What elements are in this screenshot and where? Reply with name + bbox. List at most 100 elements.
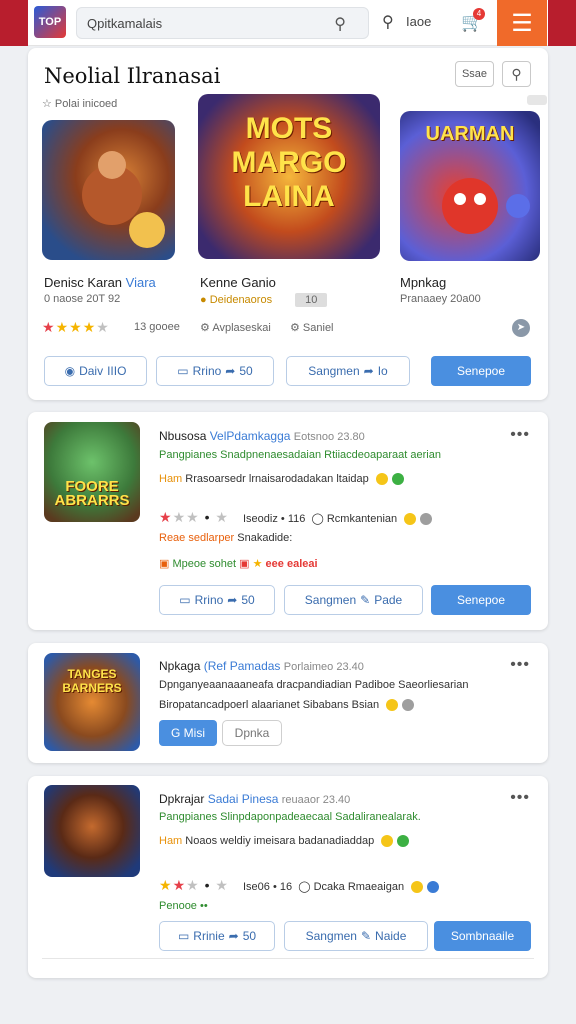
smile-icon <box>375 473 388 486</box>
gift-icon: ▣ <box>239 558 250 570</box>
brand-stripe-left <box>0 0 28 46</box>
primary-action-button[interactable]: Senepoe <box>431 356 531 386</box>
share-icon: ➦ <box>228 929 239 943</box>
compass-icon[interactable]: ➤ <box>512 319 530 337</box>
promo-line: Penooe •• <box>159 900 208 912</box>
item-tagline: Pangpianes Snadpnenaesadaian Rtiiacdeoap… <box>159 449 441 461</box>
item-title[interactable]: Dpkrajar Sadai Pinesa reuaaor 23.40 <box>159 792 350 806</box>
game-meta: ● Deidenaoros 10 <box>200 293 328 307</box>
smile-icon <box>411 881 424 894</box>
secondary-button[interactable]: Dpnka <box>222 720 282 746</box>
game-info: ⚙ Avplaseskai <box>200 322 271 334</box>
rank-button[interactable]: ▭ Rrinie ➦ 50 <box>159 921 275 951</box>
rating-stars: ★★★★★ <box>42 319 110 335</box>
list-item: Dpkrajar Sadai Pinesa reuaaor 23.40 ••• … <box>28 776 548 978</box>
edit-icon: ✎ <box>360 929 372 943</box>
cart-badge: 4 <box>473 8 485 20</box>
game-name[interactable]: Denisc Karan Viara <box>44 275 156 290</box>
divider <box>42 958 534 959</box>
item-description: Ham Rrasoarsedr lrnaisarodadakan ltaidap <box>159 473 404 486</box>
item-description: Ham Noaos weldiy imeisara badanadiaddap <box>159 835 410 848</box>
item-description: Dpnganyeaanaaaneafa dracpandiadian Padib… <box>159 679 469 691</box>
hamburger-icon: ☰ <box>511 9 533 37</box>
monster-artwork <box>442 178 530 234</box>
play-button[interactable]: ◉ Daiv IIIO <box>44 356 147 386</box>
sangmen-button[interactable]: Sangmen ✎ Naide <box>284 921 428 951</box>
sangmen-button[interactable]: Sangmen ✎ Pade <box>284 585 423 615</box>
more-options-icon[interactable]: ••• <box>510 656 530 674</box>
bookmark-icon: ▭ <box>177 929 190 943</box>
search-icon[interactable]: ⚲ <box>334 14 346 34</box>
info-icon <box>427 881 440 894</box>
g-icon: G <box>170 726 181 740</box>
item-description: Biropatancadpoerl alaarianet Sibabans Bs… <box>159 699 415 712</box>
more-options-icon[interactable]: ••• <box>510 789 530 807</box>
top-bar: TOP Qpitkamalais ⚲ ⚲ Iaoe 🛒 4 ☰ <box>0 0 576 46</box>
game-meta: Pranaaey 20a00 <box>400 293 481 305</box>
primary-action-button[interactable]: Sombnaaile <box>434 921 531 951</box>
game-name[interactable]: Kenne Ganio <box>200 275 276 290</box>
play-button[interactable]: G Misi <box>159 720 217 746</box>
item-title[interactable]: Nbusosa VelPdamkagga Eotsnoo 23.80 <box>159 429 365 443</box>
rating-count: Ise06 • 16 ◯ Dcaka Rmaeaigan <box>243 880 440 894</box>
rating-count: Iseodiz • 116 ◯ Rcmkantenian <box>243 512 433 526</box>
featured-subtitle: ☆ Polai inicoed <box>42 98 118 110</box>
game-thumbnail[interactable]: TANGES BARNERS <box>44 653 140 751</box>
featured-title: Neolial Ilranasai <box>44 64 221 88</box>
hero-artwork <box>82 151 165 248</box>
promo-badges: ▣ Mpeoe sohet ▣ ★ eee ealeai <box>159 558 318 570</box>
play-icon: ◉ <box>64 364 76 378</box>
search-icon[interactable]: ⚲ <box>382 12 394 32</box>
list-item: FOORE ABRARRS Nbusosa VelPdamkagga Eotsn… <box>28 412 548 630</box>
brand-stripe-right <box>548 0 576 46</box>
more-options-icon[interactable]: ••• <box>510 426 530 444</box>
share-icon: ➦ <box>363 364 374 378</box>
leaf-icon <box>397 835 410 848</box>
game-thumbnail[interactable]: MOTS MARGO LAINA <box>198 94 380 259</box>
thumbnail-title: FOORE ABRARRS <box>54 478 130 509</box>
list-item: TANGES BARNERS Npkaga (Ref Pamadas Porla… <box>28 643 548 763</box>
leaf-icon <box>391 473 404 486</box>
rating-stars: ★★★ • ★ <box>159 509 229 525</box>
tag-icon: ▣ <box>159 558 170 570</box>
rank-button[interactable]: ▭ Rrino ➦ 50 <box>159 585 275 615</box>
app-logo[interactable]: TOP <box>34 6 66 38</box>
game-info: ⚙ Saniel <box>290 322 334 334</box>
share-icon: ➦ <box>227 593 238 607</box>
bookmark-icon: ▭ <box>179 593 191 607</box>
search-icon[interactable]: ⚲ <box>502 61 531 87</box>
meta-badge: 10 <box>295 293 328 307</box>
filter-button[interactable]: Ssae <box>455 61 494 87</box>
edit-icon: ✎ <box>360 593 371 607</box>
game-thumbnail[interactable]: FOORE ABRARRS <box>44 422 140 522</box>
bookmark-icon: ▭ <box>177 364 189 378</box>
rating-count: 13 gooee <box>134 321 180 333</box>
promo-line: Reae sedlarper Snakadide: <box>159 532 293 544</box>
share-icon: ➦ <box>225 364 236 378</box>
primary-action-button[interactable]: Senepoe <box>431 585 531 615</box>
scroll-indicator <box>527 95 547 105</box>
smile-icon <box>386 699 399 712</box>
game-meta: 0 naose 20T 92 <box>44 293 121 305</box>
neutral-icon <box>402 699 415 712</box>
search-query-text[interactable]: Qpitkamalais <box>87 16 162 31</box>
neutral-icon <box>420 513 433 526</box>
game-name[interactable]: Mpnkag <box>400 275 446 290</box>
star-icon: ★ <box>252 558 263 570</box>
item-title[interactable]: Npkaga (Ref Pamadas Porlaimeo 23.40 <box>159 659 364 673</box>
menu-button[interactable]: ☰ <box>497 0 547 46</box>
game-thumbnail[interactable] <box>44 785 140 877</box>
smile-icon <box>381 835 394 848</box>
game-thumbnail[interactable]: UARMAN <box>400 111 540 261</box>
search-input[interactable]: Qpitkamalais ⚲ <box>76 7 369 39</box>
smile-icon <box>404 513 417 526</box>
thumbnail-title: TANGES BARNERS <box>62 667 122 695</box>
game-thumbnail[interactable] <box>42 120 175 260</box>
rating-stars: ★★★ • ★ <box>159 877 229 893</box>
sangmen-button[interactable]: Sangmen ➦ Io <box>286 356 410 386</box>
featured-card: Neolial Ilranasai Ssae ⚲ ☆ Polai inicoed… <box>28 48 548 400</box>
item-tagline: Pangpianes Slinpdaponpadeaecaal Sadalira… <box>159 811 421 823</box>
rank-button[interactable]: ▭ Rrino ➦ 50 <box>156 356 274 386</box>
thumbnail-title: MOTS MARGO LAINA <box>231 112 347 213</box>
top-nav-label[interactable]: Iaoe <box>406 14 431 29</box>
